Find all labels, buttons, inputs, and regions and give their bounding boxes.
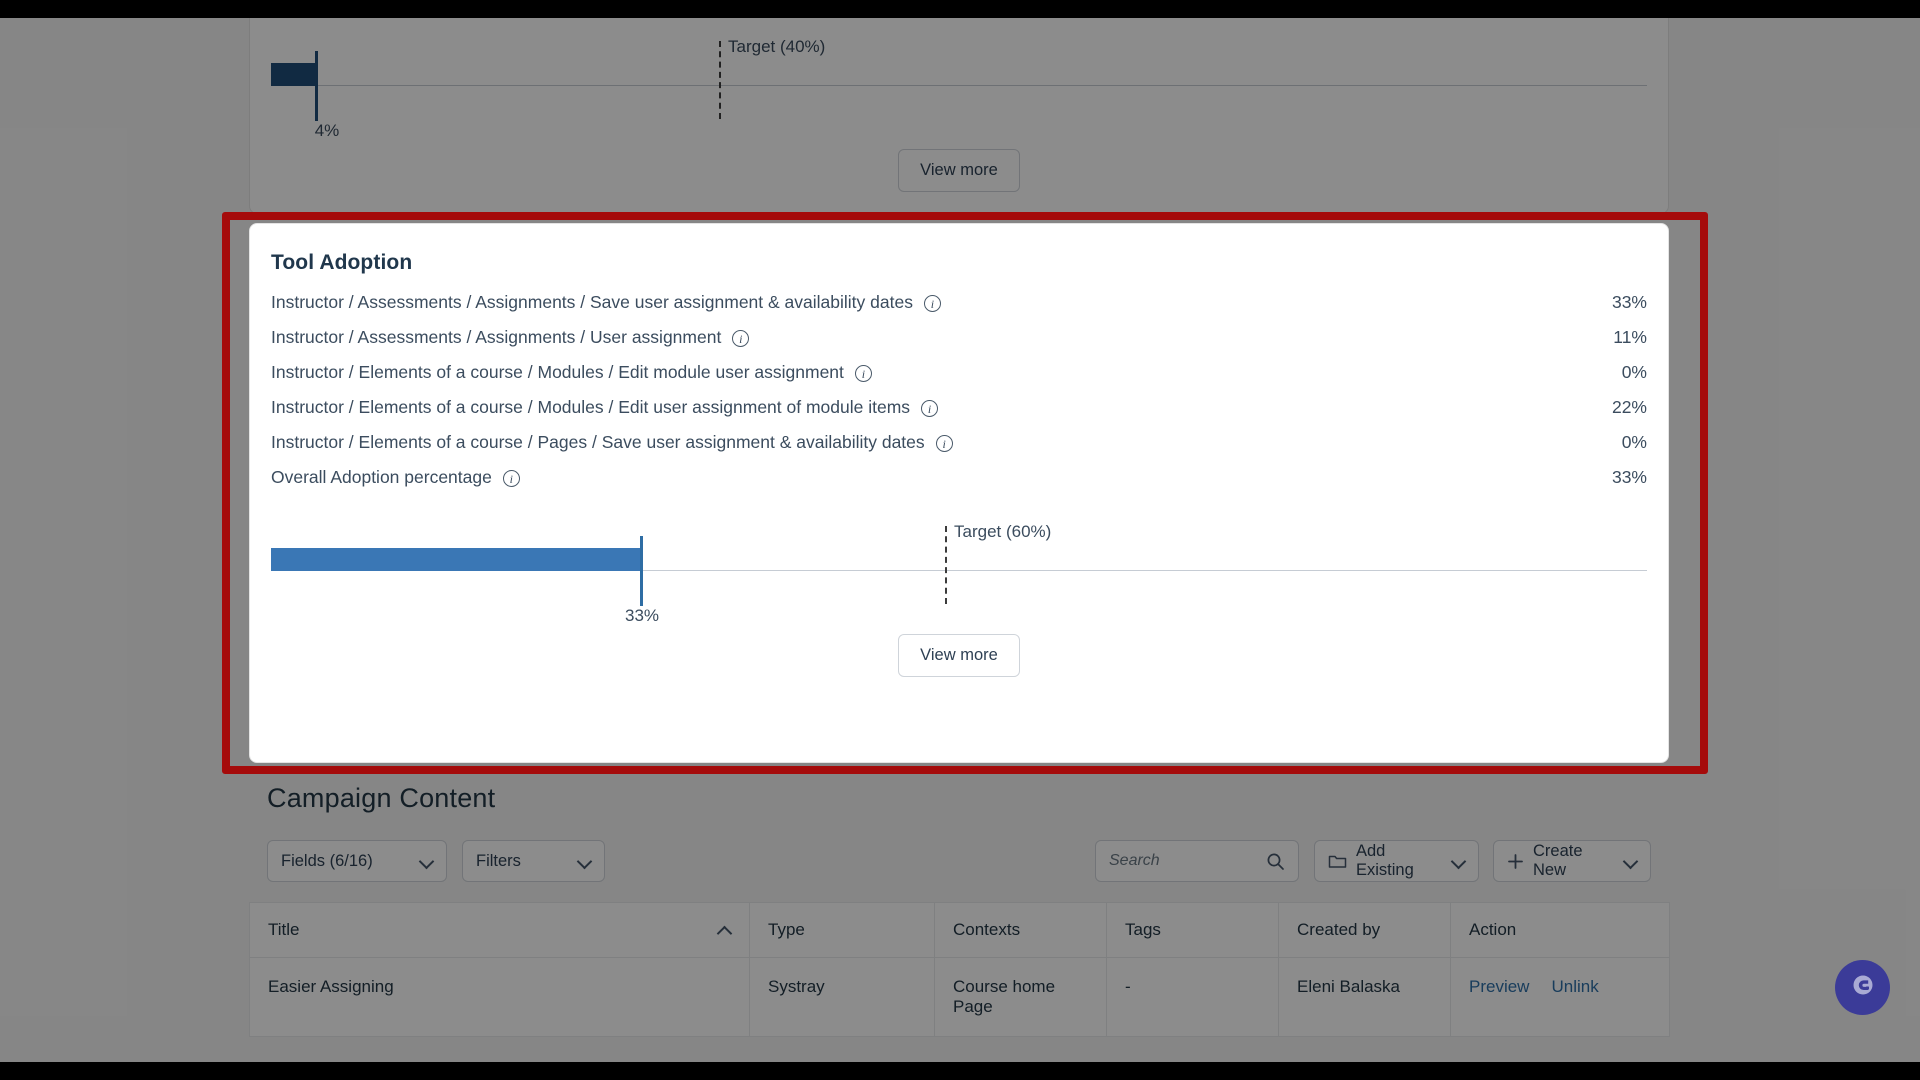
cell-created-by: Eleni Balaska (1278, 957, 1451, 1037)
cell-tags: - (1106, 957, 1279, 1037)
cell-type: Systray (749, 957, 935, 1037)
column-header-contexts[interactable]: Contexts (934, 902, 1107, 958)
column-header-label: Action (1469, 920, 1517, 939)
chevron-down-icon (420, 855, 433, 868)
create-new-button[interactable]: Create New (1493, 840, 1651, 882)
campaign-content-section: Campaign Content Fields (6/16) Filters S… (249, 783, 1670, 1037)
gauge-bar (271, 63, 317, 86)
chat-bubble-icon (1850, 972, 1876, 1003)
top-card-view-more-wrap: View more (250, 149, 1668, 192)
folder-icon (1328, 853, 1347, 870)
table-body: Easier Assigning Systray Course home Pag… (249, 957, 1670, 1037)
campaign-toolbar: Fields (6/16) Filters Search Add Existin… (249, 840, 1669, 882)
highlight-rectangle (222, 212, 1708, 774)
page-body: 4% Target (40%) View more Tool Adoption … (0, 18, 1920, 1062)
gauge-value-marker (315, 51, 318, 121)
cell-contexts: Course home Page (934, 957, 1107, 1037)
column-header-type[interactable]: Type (749, 902, 935, 958)
screen: 4% Target (40%) View more Tool Adoption … (0, 0, 1920, 1080)
search-box[interactable]: Search (1095, 840, 1299, 882)
column-header-label: Title (268, 920, 300, 939)
table-head: Title Type Contexts Tags Created by Acti… (249, 902, 1670, 958)
chat-help-button[interactable] (1835, 960, 1890, 1015)
column-header-label: Contexts (953, 920, 1021, 939)
create-new-label: Create New (1533, 842, 1583, 879)
add-existing-button[interactable]: Add Existing (1314, 840, 1479, 882)
plus-icon (1507, 853, 1524, 870)
add-existing-label: Add Existing (1356, 842, 1414, 879)
column-header-tags[interactable]: Tags (1106, 902, 1279, 958)
previous-metric-card: 4% Target (40%) View more (249, 18, 1669, 214)
cell-title: Easier Assigning (249, 957, 750, 1037)
column-header-title[interactable]: Title (249, 902, 750, 958)
fields-dropdown[interactable]: Fields (6/16) (267, 840, 447, 882)
search-input[interactable]: Search (1109, 852, 1160, 870)
view-more-button[interactable]: View more (898, 149, 1020, 192)
column-header-action: Action (1450, 902, 1670, 958)
table-header-row: Title Type Contexts Tags Created by Acti… (249, 902, 1670, 958)
top-card-gauge: 4% Target (40%) (271, 37, 1647, 140)
fields-dropdown-label: Fields (6/16) (281, 851, 373, 870)
chevron-down-icon (1624, 855, 1637, 868)
cell-action: Preview Unlink (1450, 957, 1670, 1037)
filters-dropdown[interactable]: Filters (462, 840, 605, 882)
table-row: Easier Assigning Systray Course home Pag… (249, 957, 1670, 1037)
unlink-link[interactable]: Unlink (1551, 977, 1598, 996)
column-header-label: Type (768, 920, 805, 939)
filters-dropdown-label: Filters (476, 851, 521, 870)
gauge-target-label: Target (40%) (728, 37, 826, 56)
preview-link[interactable]: Preview (1469, 977, 1529, 996)
search-icon (1266, 852, 1285, 871)
column-header-label: Created by (1297, 920, 1381, 939)
column-header-label: Tags (1125, 920, 1161, 939)
campaign-content-table: Title Type Contexts Tags Created by Acti… (249, 902, 1670, 1037)
chevron-down-icon (1452, 855, 1465, 868)
gauge-value-label: 4% (314, 121, 340, 140)
caret-up-icon[interactable] (718, 924, 731, 937)
chevron-down-icon (578, 855, 591, 868)
column-header-created-by[interactable]: Created by (1278, 902, 1451, 958)
gauge-axis (271, 85, 1647, 86)
section-heading: Campaign Content (267, 783, 496, 813)
